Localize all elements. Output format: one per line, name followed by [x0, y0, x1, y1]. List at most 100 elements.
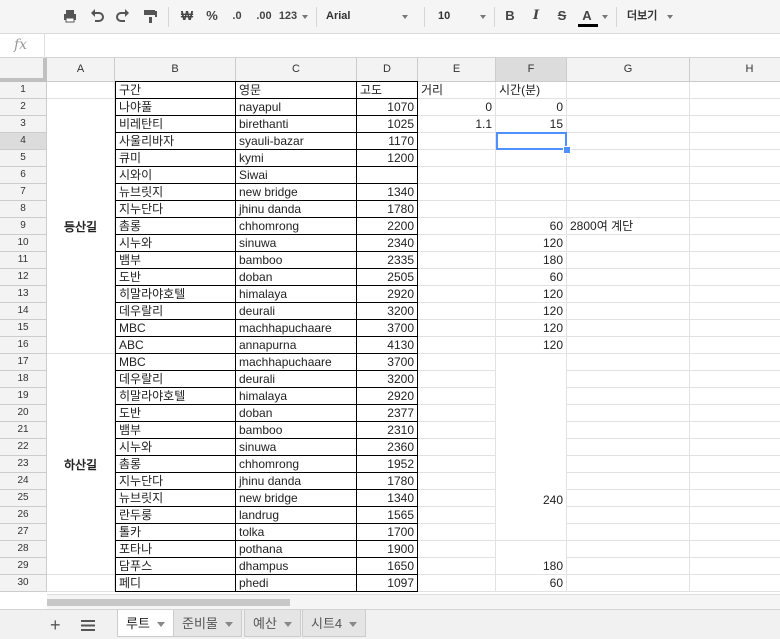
cell[interactable]: MBC [115, 354, 236, 371]
row-header[interactable]: 5 [0, 150, 47, 167]
cell[interactable] [418, 575, 496, 592]
cell[interactable]: 120 [496, 235, 567, 252]
cell[interactable]: 구간 [115, 82, 236, 99]
cell[interactable] [418, 456, 496, 473]
cell[interactable]: 2335 [357, 252, 418, 269]
cell[interactable] [418, 252, 496, 269]
cell[interactable]: 페디 [115, 575, 236, 592]
row-header[interactable]: 18 [0, 371, 47, 388]
font-select[interactable]: Arial [326, 4, 406, 28]
row-header[interactable]: 13 [0, 286, 47, 303]
sheet-tab[interactable]: 시트4 [302, 610, 367, 637]
cell[interactable] [690, 218, 780, 235]
cell[interactable] [418, 184, 496, 201]
cell[interactable] [567, 116, 690, 133]
cell[interactable]: phedi [236, 575, 357, 592]
cell[interactable]: 1565 [357, 507, 418, 524]
cell[interactable] [567, 388, 690, 405]
currency-button[interactable]: ₩ [178, 4, 196, 28]
cell[interactable]: doban [236, 405, 357, 422]
cell[interactable] [47, 82, 115, 99]
cell[interactable] [567, 252, 690, 269]
cell[interactable] [567, 524, 690, 541]
cell[interactable] [567, 337, 690, 354]
chevron-down-icon[interactable] [283, 622, 292, 628]
cell[interactable] [567, 371, 690, 388]
cell[interactable]: 히말라야호텔 [115, 286, 236, 303]
cell[interactable] [567, 473, 690, 490]
cell[interactable] [418, 422, 496, 439]
row-header[interactable]: 4 [0, 133, 47, 150]
cell[interactable]: 2505 [357, 269, 418, 286]
cell[interactable] [418, 167, 496, 184]
cell[interactable] [567, 320, 690, 337]
cell[interactable] [567, 558, 690, 575]
row-header[interactable]: 19 [0, 388, 47, 405]
undo-icon[interactable] [89, 8, 105, 24]
cell[interactable]: 4130 [357, 337, 418, 354]
cell[interactable]: 2310 [357, 422, 418, 439]
cell[interactable]: 시와이 [115, 167, 236, 184]
cell[interactable]: 1780 [357, 473, 418, 490]
cell[interactable] [567, 422, 690, 439]
cell[interactable]: 1780 [357, 201, 418, 218]
cell[interactable] [690, 524, 780, 541]
increase-decimal-button[interactable]: .00 [252, 4, 276, 28]
column-header-a[interactable]: A [47, 58, 115, 82]
cell[interactable] [418, 201, 496, 218]
cell[interactable]: deurali [236, 371, 357, 388]
cell[interactable] [690, 575, 780, 592]
row-header[interactable]: 30 [0, 575, 47, 592]
number-format-button[interactable]: 123 [277, 4, 299, 28]
merged-time-cell[interactable]: 180 [496, 541, 567, 575]
row-header[interactable]: 27 [0, 524, 47, 541]
cell[interactable]: sinuwa [236, 439, 357, 456]
cell[interactable]: 거리 [418, 82, 496, 99]
cell[interactable]: machhapuchaare [236, 320, 357, 337]
cell[interactable]: 란두룽 [115, 507, 236, 524]
cell[interactable]: machhapuchaare [236, 354, 357, 371]
cell[interactable]: 120 [496, 320, 567, 337]
row-header[interactable]: 25 [0, 490, 47, 507]
cell[interactable]: 0 [418, 99, 496, 116]
cell[interactable] [418, 354, 496, 371]
cell[interactable] [418, 150, 496, 167]
cell[interactable] [690, 354, 780, 371]
column-header-g[interactable]: G [567, 58, 690, 82]
cell[interactable] [690, 507, 780, 524]
cell[interactable] [690, 439, 780, 456]
cell[interactable] [418, 473, 496, 490]
cell[interactable]: 시누와 [115, 439, 236, 456]
cell[interactable]: 120 [496, 286, 567, 303]
cell[interactable]: tolka [236, 524, 357, 541]
cell[interactable] [567, 269, 690, 286]
font-size-select[interactable]: 10 [438, 4, 478, 28]
row-header[interactable]: 11 [0, 252, 47, 269]
cell[interactable]: 2377 [357, 405, 418, 422]
cell[interactable]: birethanti [236, 116, 357, 133]
row-header[interactable]: 24 [0, 473, 47, 490]
cell[interactable] [418, 133, 496, 150]
cell[interactable] [690, 541, 780, 558]
scrollbar-thumb[interactable] [47, 599, 290, 606]
horizontal-scrollbar[interactable] [47, 594, 780, 609]
redo-icon[interactable] [115, 8, 131, 24]
cell[interactable]: 데우랄리 [115, 303, 236, 320]
cell[interactable]: 60 [496, 269, 567, 286]
cell[interactable]: 2920 [357, 286, 418, 303]
cell[interactable]: 1.1 [418, 116, 496, 133]
column-header-h[interactable]: H [690, 58, 780, 82]
cell[interactable]: pothana [236, 541, 357, 558]
cell[interactable] [418, 507, 496, 524]
column-header-d[interactable]: D [357, 58, 418, 82]
cell[interactable]: chhomrong [236, 456, 357, 473]
cell[interactable]: 1025 [357, 116, 418, 133]
row-header[interactable]: 26 [0, 507, 47, 524]
cell[interactable] [418, 541, 496, 558]
cell[interactable] [567, 575, 690, 592]
cell[interactable] [567, 286, 690, 303]
cell[interactable] [567, 405, 690, 422]
sheet-tab[interactable]: 준비물 [173, 610, 242, 637]
cell[interactable] [418, 405, 496, 422]
cell[interactable]: 포타나 [115, 541, 236, 558]
